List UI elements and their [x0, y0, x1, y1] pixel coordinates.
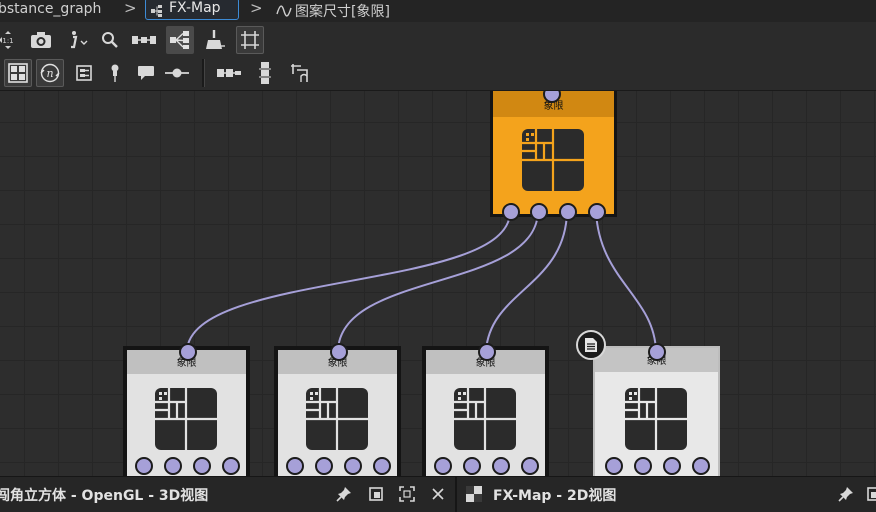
output-pin[interactable]	[193, 457, 211, 475]
search-icon[interactable]	[96, 26, 124, 54]
toolbar-separator	[202, 59, 205, 87]
output-pin[interactable]	[463, 457, 481, 475]
output-pin[interactable]	[135, 457, 153, 475]
close-panel-icon[interactable]	[429, 485, 447, 503]
output-pin[interactable]	[605, 457, 623, 475]
pin-node-icon[interactable]	[101, 59, 129, 87]
panel-divider	[455, 477, 457, 512]
output-pin[interactable]	[530, 203, 548, 221]
2d-view-icon	[465, 485, 483, 503]
graph-toolbar: 1:1 n	[0, 22, 876, 91]
breadcrumb-fxmap[interactable]: FX-Map	[145, 0, 239, 20]
breadcrumb-graph[interactable]: bstance_graph	[0, 1, 101, 17]
panel-title-3d-view[interactable]: 闯角立方体 - OpenGL - 3D视图	[0, 485, 208, 505]
quadrant-node-parent[interactable]: 象限	[490, 91, 617, 217]
zoom-1-1-icon[interactable]: 1:1	[0, 26, 22, 54]
wire	[337, 211, 539, 352]
restore-panel-icon[interactable]	[864, 485, 876, 503]
align-horizontal-icon[interactable]	[215, 59, 243, 87]
input-pin[interactable]	[648, 343, 666, 361]
quadrant-glyph-icon	[454, 388, 516, 454]
output-pin[interactable]	[344, 457, 362, 475]
pin-panel-icon[interactable]	[335, 485, 353, 503]
grid-view-icon[interactable]	[4, 59, 32, 87]
wire	[186, 211, 511, 352]
output-pin[interactable]	[588, 203, 606, 221]
panel-tabs-bar: 闯角立方体 - OpenGL - 3D视图 FX-Map - 2D视图	[0, 476, 876, 512]
dot-node-icon[interactable]	[163, 59, 191, 87]
output-pin[interactable]	[164, 457, 182, 475]
output-pin[interactable]	[502, 203, 520, 221]
breadcrumb-separator: >	[250, 0, 263, 17]
frame-nodes-icon[interactable]	[130, 26, 158, 54]
svg-text:1:1: 1:1	[2, 37, 13, 45]
input-pin[interactable]	[478, 343, 496, 361]
output-pin[interactable]	[373, 457, 391, 475]
quadrant-glyph-icon	[522, 129, 584, 195]
output-pin[interactable]	[222, 457, 240, 475]
info-icon[interactable]	[64, 26, 92, 54]
graph-outputs-icon[interactable]	[70, 59, 98, 87]
document-icon[interactable]	[576, 330, 606, 360]
maximize-panel-icon[interactable]	[398, 485, 416, 503]
breadcrumb-current[interactable]: 图案尺寸[象限]	[295, 1, 390, 21]
pin-panel-icon[interactable]	[837, 485, 855, 503]
output-pin[interactable]	[492, 457, 510, 475]
function-node-icon[interactable]: n	[36, 59, 64, 87]
output-pin[interactable]	[634, 457, 652, 475]
graph-canvas[interactable]: 象限 象限 象限 象限 象限	[0, 91, 876, 476]
output-pin[interactable]	[315, 457, 333, 475]
grid-snap-icon[interactable]	[236, 26, 264, 54]
input-pin[interactable]	[330, 343, 348, 361]
wire	[485, 211, 568, 352]
svg-text:n: n	[46, 67, 53, 80]
output-pin[interactable]	[663, 457, 681, 475]
output-pin[interactable]	[559, 203, 577, 221]
layout-tree-icon[interactable]	[166, 26, 194, 54]
function-icon	[276, 3, 292, 22]
frame-crop-icon[interactable]	[286, 59, 314, 87]
breadcrumb-separator: >	[124, 0, 137, 17]
quadrant-glyph-icon	[306, 388, 368, 454]
camera-icon[interactable]	[27, 26, 55, 54]
comment-icon[interactable]	[132, 59, 160, 87]
align-vertical-icon[interactable]	[251, 59, 279, 87]
quadrant-glyph-icon	[155, 388, 217, 454]
input-pin[interactable]	[179, 343, 197, 361]
fx-map-icon	[151, 2, 163, 21]
breadcrumb: bstance_graph > FX-Map > 图案尺寸[象限]	[0, 0, 876, 22]
output-pin[interactable]	[286, 457, 304, 475]
clean-brush-icon[interactable]	[201, 26, 229, 54]
output-pin[interactable]	[521, 457, 539, 475]
node-label: 象限	[543, 101, 564, 112]
output-pin[interactable]	[692, 457, 710, 475]
restore-panel-icon[interactable]	[367, 485, 385, 503]
breadcrumb-fxmap-label: FX-Map	[169, 0, 221, 16]
panel-title-2d-view[interactable]: FX-Map - 2D视图	[493, 485, 616, 505]
quadrant-glyph-icon	[625, 388, 687, 454]
output-pin[interactable]	[434, 457, 452, 475]
wire	[595, 211, 657, 352]
